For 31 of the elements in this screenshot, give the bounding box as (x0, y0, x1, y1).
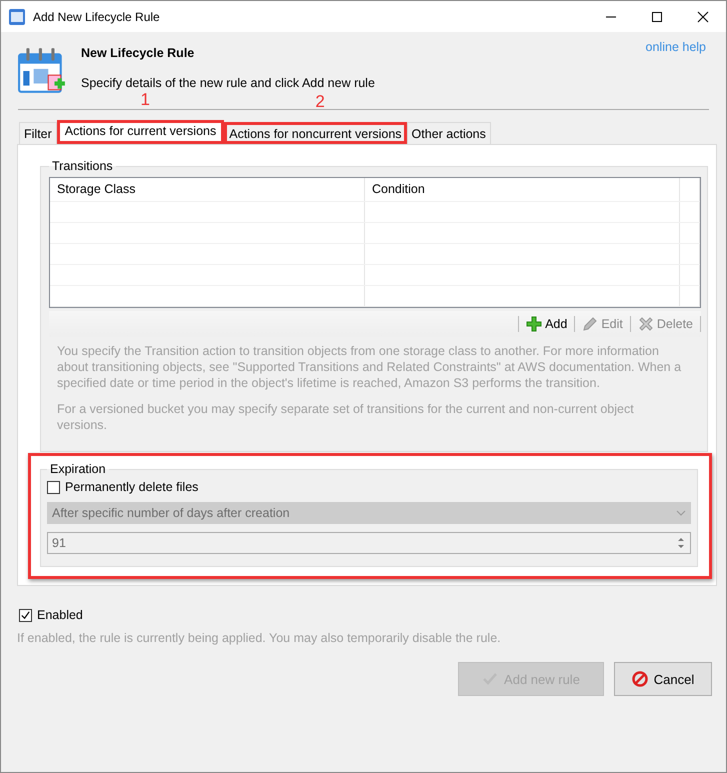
column-header: Condition (365, 178, 680, 201)
plus-icon (526, 316, 542, 332)
tab[interactable]: Filter (19, 122, 57, 144)
dialog-heading: New Lifecycle Rule (81, 46, 196, 60)
tab[interactable]: Actions for current versions (56, 120, 224, 144)
close-icon[interactable] (697, 10, 709, 22)
cancel-button[interactable]: Cancel (614, 662, 712, 696)
checkbox-label: Enabled (37, 608, 83, 622)
add-button[interactable]: Add (523, 316, 570, 332)
hint-text: If enabled, the rule is currently being applied. You may also temporarily disable the rule. (17, 631, 502, 645)
app-icon (9, 8, 25, 24)
dialog-subtitle: Specify details of the new rule and click Add new rule (81, 76, 375, 90)
group-title: Transitions (51, 159, 114, 173)
window-title: Add New Lifecycle Rule (33, 10, 160, 24)
delete-icon (638, 316, 654, 332)
cancel-icon (632, 671, 648, 687)
annotation-number: 1 (140, 90, 150, 110)
chevron-down-icon (676, 510, 686, 516)
pencil-icon (582, 316, 598, 332)
calendar-icon (17, 46, 67, 96)
checkbox-label: Permanently delete files (65, 480, 198, 494)
annotation-number: 2 (315, 92, 325, 112)
checkbox[interactable] (19, 608, 32, 622)
description-text: You specify the Transition action to transition objects from one storage class to another. For more information about transitioning objects, see "Supported Transitions and Related Constraints" at AWS documentation. When a specified date or time period in the object's lifetime is reached, Amazon S3 performs the transition. (57, 343, 682, 391)
tab[interactable]: Other actions (406, 122, 491, 144)
maximize-icon[interactable] (651, 10, 663, 22)
group-title: Expiration (49, 462, 107, 476)
description-text: For a versioned bucket you may specify separate set of transitions for the current and non-current object versions. (57, 401, 635, 433)
column-header: Storage Class (50, 178, 365, 201)
checkbox[interactable] (47, 480, 60, 494)
tab[interactable]: Actions for noncurrent versions (224, 122, 407, 144)
